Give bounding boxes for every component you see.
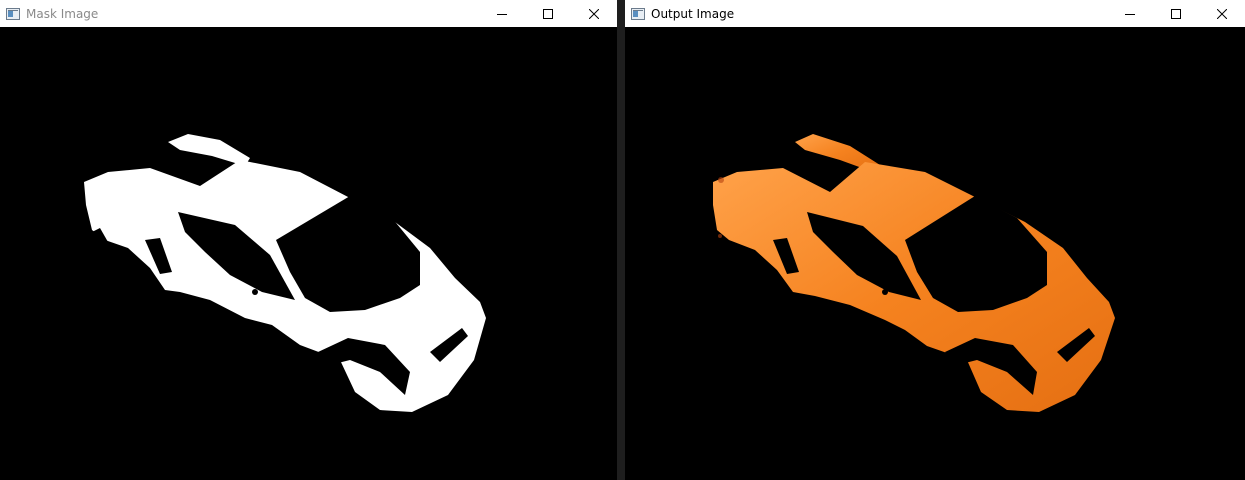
minimize-button[interactable] (1107, 0, 1153, 27)
maximize-icon (1171, 8, 1181, 19)
app-window-icon (631, 7, 645, 21)
close-icon (1217, 8, 1227, 19)
maximize-button[interactable] (525, 0, 571, 27)
output-image-window: Output Image (625, 0, 1245, 480)
mask-image-window: Mask Image (0, 0, 617, 480)
maximize-icon (543, 8, 553, 19)
titlebar[interactable]: Output Image (625, 0, 1245, 27)
minimize-icon (1125, 13, 1135, 15)
window-title: Mask Image (26, 6, 99, 21)
app-window-icon (6, 7, 20, 21)
titlebar[interactable]: Mask Image (0, 0, 617, 27)
car-mask-shape (84, 134, 486, 412)
segmented-car-image (713, 134, 1115, 412)
minimize-icon (497, 13, 507, 15)
output-image-canvas (625, 27, 1245, 480)
close-button[interactable] (571, 0, 617, 27)
maximize-button[interactable] (1153, 0, 1199, 27)
mask-image-canvas (0, 27, 617, 480)
minimize-button[interactable] (479, 0, 525, 27)
close-icon (589, 8, 599, 19)
close-button[interactable] (1199, 0, 1245, 27)
window-title: Output Image (651, 6, 735, 21)
window-divider (617, 0, 625, 480)
